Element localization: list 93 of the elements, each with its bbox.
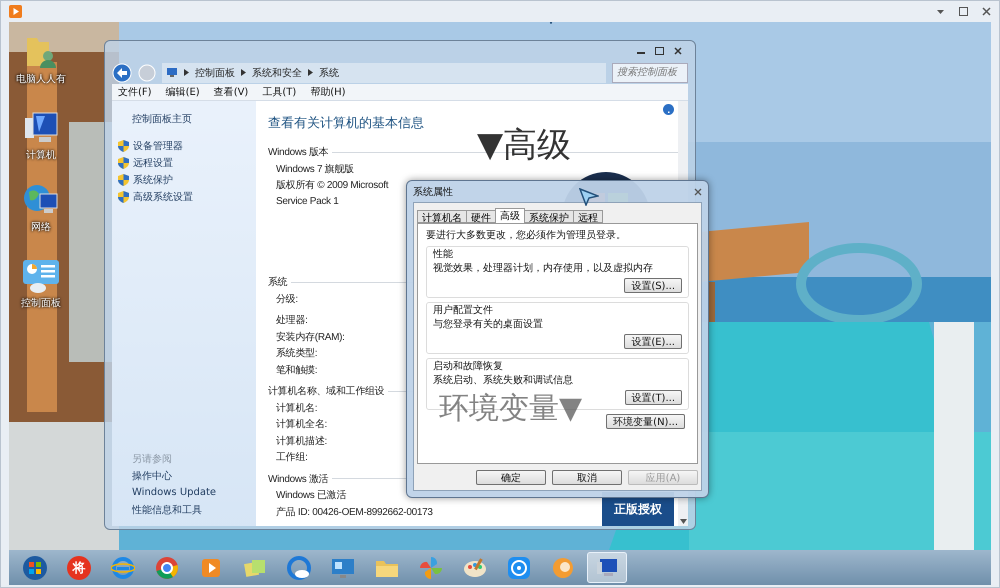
chevron-icon [308,69,313,76]
browser-e-icon [111,556,135,580]
fox-globe-icon [551,556,575,580]
taskbar-button[interactable] [587,552,627,583]
group-description: 视觉效果，处理器计划，内存使用，以及虚拟内存 [433,262,654,275]
section-title: 计算机名称、域和工作组设 [268,384,384,398]
menu-item[interactable]: 文件(F) [118,85,152,99]
display-icon [331,556,355,578]
address-bar[interactable]: 控制面板 系统和安全 系统 [162,62,606,82]
info-row-text: 安装内存(RAM): [276,330,345,345]
help-icon[interactable] [663,104,674,115]
info-row-text: 笔和触摸: [276,364,318,378]
sidebar-link[interactable]: Windows Update [118,484,256,501]
sidebar-link[interactable]: 系统保护 [118,171,256,188]
app-badge: 将 [67,556,91,580]
info-row-text: 计算机描述: [276,434,327,449]
media-player-icon [200,556,222,578]
tab[interactable]: 硬件 [466,210,496,223]
menu-item[interactable]: 编辑(E) [166,85,200,99]
cursor-icon [579,188,599,206]
dropdown-icon[interactable] [936,7,945,16]
sidebar-link[interactable]: 性能信息和工具 [118,501,256,518]
group-title: 用户配置文件 [433,304,494,317]
menu-item[interactable]: 查看(V) [214,85,248,99]
computer-icon [166,67,178,78]
chevron-icon [184,69,189,76]
settings-button[interactable]: 设置(S)... [624,278,682,293]
tab[interactable]: 远程 [573,210,603,223]
section-title: 系统 [268,276,288,290]
info-row-text: 分级: [276,292,298,307]
sidebar-link[interactable]: 控制面板主页 [118,110,256,127]
pinwheel-icon [419,556,443,580]
start-orb-icon [22,554,48,580]
section-title: Windows 激活 [268,472,328,486]
group-description: 与您登录有关的桌面设置 [433,318,544,331]
close-icon[interactable] [674,47,682,55]
maximize-icon[interactable] [959,7,968,16]
cloud-icon [287,556,311,580]
group-title: 启动和故障恢复 [433,360,504,373]
paint-palette-icon [463,556,487,578]
tab[interactable]: 计算机名 [417,210,467,223]
search-field[interactable]: 搜索控制面板 [612,62,688,82]
menu-item[interactable]: 工具(T) [262,85,296,99]
close-icon[interactable] [982,7,991,16]
section-title: Windows 版本 [268,146,328,160]
info-row-text: 系统类型: [276,346,318,362]
menu-item[interactable]: 帮助(H) [310,85,346,99]
shield-icon [118,140,129,152]
annotation: ▼高级 [477,128,572,162]
tab[interactable]: 高级 [495,208,525,223]
dialog-button[interactable]: 确定 [476,470,546,484]
settings-button[interactable]: 设置(T)... [624,390,682,405]
dialog-title: 系统属性 [413,186,453,198]
close-icon[interactable] [694,188,702,196]
shield-icon [118,190,129,202]
info-row-text: 处理器: [276,314,308,328]
shield-icon [118,156,129,168]
sidebar-link[interactable]: 设备管理器 [118,137,256,154]
control-panel-icon [21,258,61,294]
info-row-text: Service Pack 1 [276,195,338,210]
sidebar-link[interactable]: 高级系统设置 [118,188,256,205]
sidebar-link[interactable]: 远程设置 [118,154,256,171]
info-row-text: Windows 7 旗舰版 [276,162,354,177]
group-description: 系统启动、系统失败和调试信息 [433,374,574,387]
film-reel-icon [507,556,531,580]
shield-icon [118,174,129,186]
info-row-text: 工作组: [276,451,308,466]
see-also-title: 另请参阅 [131,452,173,466]
computer-icon [595,556,619,578]
info-row-text: 计算机名: [276,402,318,416]
player-logo-icon [9,5,22,18]
info-row-text: 产品 ID: 00426-OEM-8992662-00173 [276,506,433,520]
scroll-down-icon[interactable] [680,519,686,524]
sidebar-link[interactable]: 操作中心 [118,467,256,484]
tab[interactable]: 系统保护 [524,210,574,223]
chevron-icon [241,69,246,76]
info-row-text: 版权所有 © 2009 Microsoft [276,178,388,194]
maximize-icon[interactable] [655,47,664,55]
info-row-text: 计算机全名: [276,418,327,432]
breadcrumb-item[interactable]: 系统 [319,66,339,80]
settings-button[interactable]: 设置(E)... [624,334,682,349]
taskbar-button[interactable]: 将 [59,552,99,583]
page-heading: 查看有关计算机的基本信息 [268,115,425,132]
breadcrumb-item[interactable]: 控制面板 [195,66,235,80]
chrome-icon [155,556,179,580]
dialog-button[interactable]: 取消 [552,470,622,484]
info-row-text: Windows 已激活 [276,489,346,504]
back-icon[interactable] [112,62,132,82]
breadcrumb-item[interactable]: 系统和安全 [252,66,302,80]
group-title: 性能 [433,248,454,261]
environment-variables-button[interactable]: 环境变量(N)... [606,414,685,429]
notice-text: 要进行大多数更改，您必须作为管理员登录。 [426,228,627,242]
annotation: 环境变量▼ [439,394,582,424]
